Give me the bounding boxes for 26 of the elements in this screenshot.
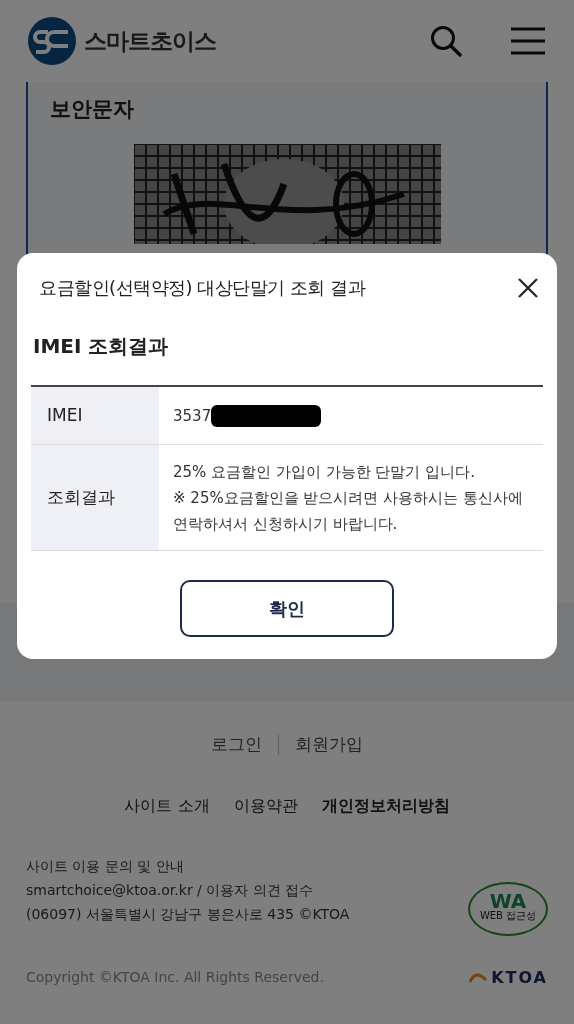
footer-link[interactable]: 이용약관	[233, 793, 298, 818]
mark-text: WA	[489, 890, 527, 911]
search-icon[interactable]	[430, 25, 462, 57]
logo-icon	[28, 17, 76, 65]
footer-link[interactable]: 사이트 소개	[124, 793, 210, 818]
menu-icon[interactable]	[510, 27, 546, 55]
section-heading: IMEI 조회결과	[33, 333, 170, 360]
confirm-button[interactable]: 확인	[180, 580, 394, 637]
logo-text[interactable]: 스마트초이스	[84, 23, 216, 59]
imei-value: 3537	[173, 405, 212, 427]
signup-link[interactable]: 회원가입	[295, 732, 363, 758]
result-text: 25% 요금할인 가입이 가능한 단말기 입니다.	[173, 461, 476, 483]
section-title: 보안문자	[50, 96, 135, 123]
result-text: ※ 25%요금할인을 받으시려면 사용하시는 통신사에 연락하셔서 신청하시기 바랍니다.	[173, 487, 524, 535]
info-line: (06097) 서울특별시 강남구 봉은사로 435 ©KTOA	[26, 904, 350, 924]
info-line: 사이트 이용 문의 및 안내	[26, 856, 185, 876]
mark-caption: WEB 접근성	[478, 910, 538, 921]
copyright-text: Copyright ©KTOA Inc. All Rights Reserved.	[26, 968, 324, 987]
footer-link[interactable]: 개인정보처리방침	[321, 793, 450, 818]
logo-text: KTOA	[491, 966, 548, 989]
label-text: IMEI	[47, 403, 83, 427]
logo-icon	[469, 971, 488, 984]
label-text: 조회결과	[47, 485, 115, 509]
info-line: smartchoice@ktoa.or.kr / 이용자 의견 접수	[26, 880, 315, 900]
login-link[interactable]: 로그인	[211, 732, 262, 758]
modal-title: 요금할인(선택약정) 대상단말기 조회 결과	[39, 275, 366, 300]
